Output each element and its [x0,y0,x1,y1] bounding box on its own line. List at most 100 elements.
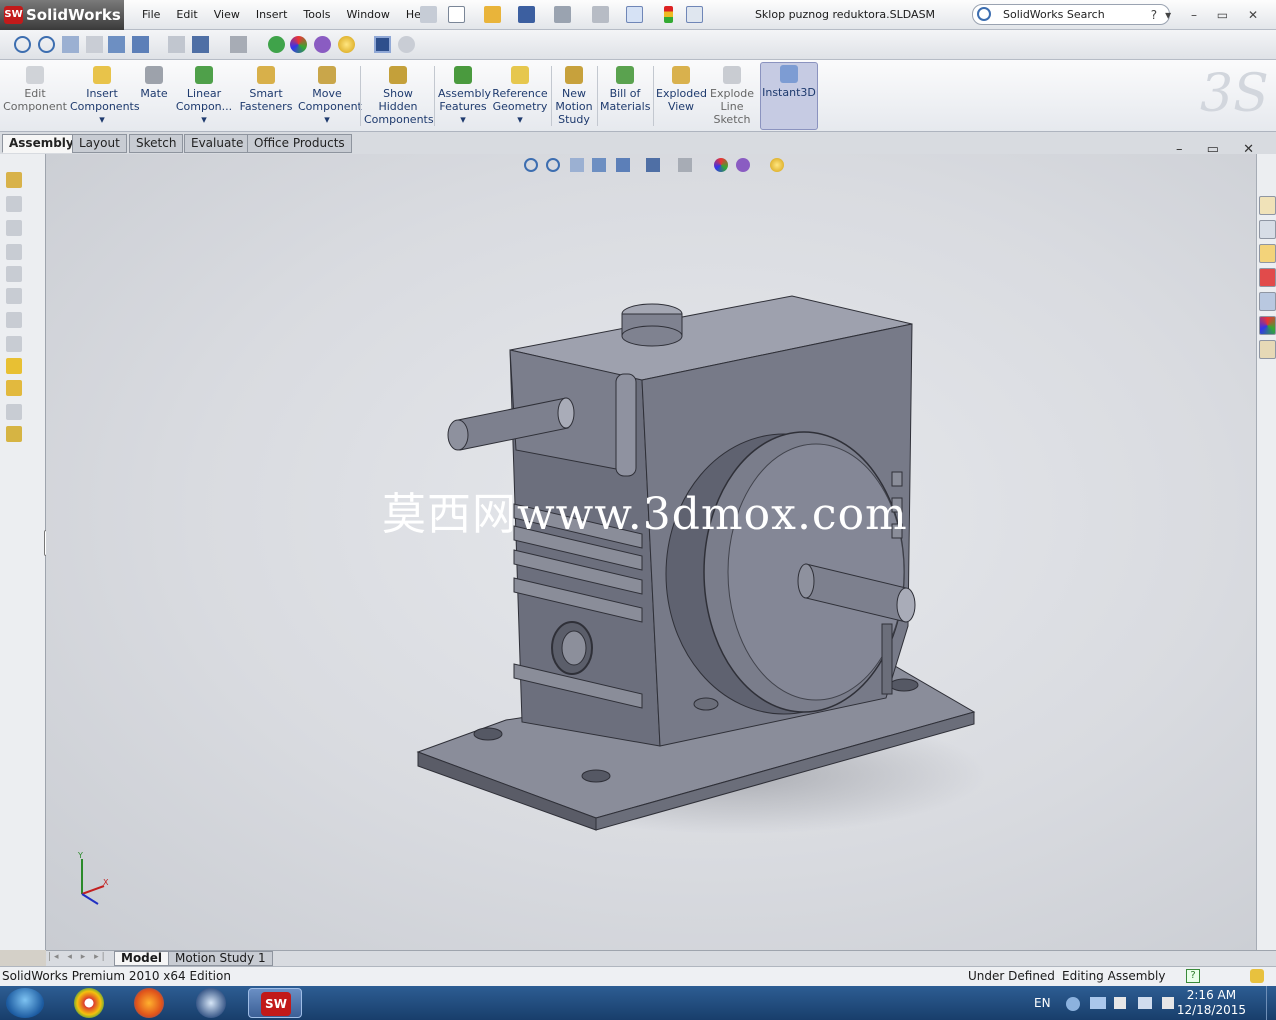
view-palette-icon[interactable] [1259,292,1276,311]
solidworks-taskbar-button[interactable]: SW [248,988,302,1018]
apply-scene-icon[interactable] [314,36,331,53]
component-icon[interactable] [6,358,22,374]
menu-insert[interactable]: Insert [248,0,296,30]
tab-layout[interactable]: Layout [72,134,127,153]
rebuild-icon[interactable] [664,6,673,23]
volume-icon[interactable] [1162,997,1174,1009]
select-arrow-icon[interactable] [626,6,643,23]
input-shaft-end [447,419,469,451]
menu-view[interactable]: View [206,0,248,30]
realview-icon[interactable] [398,36,415,53]
linear-component-pattern-button[interactable]: Linear Compon... ▾ [174,64,234,126]
tab-motion-study-1[interactable]: Motion Study 1 [168,951,273,966]
network-globe-icon[interactable] [196,988,226,1018]
search-input[interactable]: SolidWorks Search [972,4,1170,25]
firefox-icon[interactable] [134,988,164,1018]
zoom-in-out-icon[interactable] [168,36,185,53]
view-orientation-icon[interactable] [132,36,149,53]
reference-geometry-button[interactable]: Reference Geometry ▾ [492,64,548,126]
tab-assembly[interactable]: Assembly [2,134,81,153]
view-toggle-icon[interactable] [374,36,391,53]
assembly-features-button[interactable]: Assembly Features ▾ [438,64,491,126]
undo-icon[interactable] [592,6,609,23]
appearances-icon[interactable] [1259,316,1276,335]
print-icon[interactable] [554,6,571,23]
angle-icon[interactable] [6,336,22,352]
app-logo[interactable]: SW SolidWorks [0,0,124,30]
output-shaft-end [797,563,815,599]
chevron-down-icon[interactable]: ▾ [70,113,134,126]
tab-model[interactable]: Model [114,951,170,966]
explode-line-sketch-button[interactable]: Explode Line Sketch [708,64,756,126]
edit-appearance-icon[interactable] [290,36,307,53]
shell-icon[interactable] [6,288,22,304]
window-controls[interactable]: ?▾ – ▭ ✕ [1151,0,1266,30]
hide-show-items-icon[interactable] [230,36,247,53]
graphics-viewport[interactable]: Y X 莫西网www.3dmox.com [46,154,1256,950]
previous-view-icon[interactable] [62,36,79,53]
assembly-model[interactable]: Y X [46,154,1256,950]
menu-edit[interactable]: Edit [168,0,205,30]
show-hidden-components-button[interactable]: Show Hidden Components [364,64,434,126]
tab-scroll-arrows[interactable]: |◂ ◂ ▸ ▸| [48,952,108,962]
dynamic-annotation-icon[interactable] [108,36,125,53]
new-document-icon[interactable] [448,6,465,23]
chevron-down-icon[interactable]: ▾ [492,113,548,126]
instant3d-button[interactable]: Instant3D [760,62,818,130]
open-folder-icon[interactable] [484,6,501,23]
start-button-icon[interactable] [6,988,44,1018]
menu-tools[interactable]: Tools [295,0,338,30]
feature-icon[interactable] [6,220,22,236]
mate-button[interactable]: Mate [138,64,170,100]
section-view-icon[interactable] [86,36,103,53]
pin-icon[interactable] [420,6,437,23]
assembly-icon[interactable] [6,380,22,396]
chevron-down-icon[interactable]: ▾ [298,113,356,126]
design-library-icon[interactable] [1259,220,1276,239]
show-desktop-button[interactable] [1266,986,1276,1020]
file-explorer-icon[interactable] [1259,244,1276,263]
flag-icon[interactable] [1114,997,1126,1009]
chevron-down-icon[interactable]: ▾ [438,113,488,126]
home-icon[interactable] [1259,196,1276,215]
chevron-down-icon[interactable]: ▾ [174,113,234,126]
linear-pattern-label: Linear Compon... [175,87,233,113]
fillet-icon[interactable] [6,312,22,328]
clock[interactable]: 2:16 AM 12/18/2015 [1177,988,1246,1018]
custom-properties-icon[interactable] [1259,340,1276,359]
3d-sketch-icon[interactable] [6,172,22,188]
language-indicator[interactable]: EN [1034,986,1051,1020]
tag-icon[interactable] [1250,969,1264,983]
smart-fasteners-button[interactable]: Smart Fasteners [238,64,294,113]
insert-components-button[interactable]: Insert Components ▾ [70,64,140,126]
view-settings-icon[interactable] [338,36,355,53]
zoom-to-fit-icon[interactable] [14,36,31,53]
exploded-view-button[interactable]: Exploded View [656,64,707,113]
help-icon[interactable]: ? [1186,969,1200,983]
copy-icon[interactable] [6,266,22,282]
network-tray-icon[interactable] [1066,997,1080,1011]
reference-icon[interactable] [6,426,22,442]
zoom-to-area-icon[interactable] [38,36,55,53]
viewport-window-controls[interactable]: – ▭ ✕ [1176,142,1264,157]
display-style-icon[interactable] [192,36,209,53]
save-icon[interactable] [518,6,535,23]
chrome-icon[interactable] [74,988,104,1018]
rebuild-view-icon[interactable] [268,36,285,53]
new-motion-study-button[interactable]: New Motion Study [554,64,594,126]
battery-tray-icon[interactable] [1090,997,1106,1009]
display-tray-icon[interactable] [1138,997,1152,1009]
menu-file[interactable]: File [134,0,168,30]
menu-window[interactable]: Window [339,0,398,30]
edit-component-button[interactable]: Edit Component [2,64,68,113]
options-icon[interactable] [686,6,703,23]
tab-evaluate[interactable]: Evaluate [184,134,251,153]
tab-office-products[interactable]: Office Products [247,134,352,153]
smart-dimension-icon[interactable] [6,196,22,212]
move-face-icon[interactable] [6,244,22,260]
bill-of-materials-button[interactable]: Bill of Materials [600,64,650,113]
move-component-button[interactable]: Move Component ▾ [298,64,362,126]
tab-sketch[interactable]: Sketch [129,134,184,153]
search-results-icon[interactable] [1259,268,1276,287]
hide-component-icon[interactable] [6,404,22,420]
